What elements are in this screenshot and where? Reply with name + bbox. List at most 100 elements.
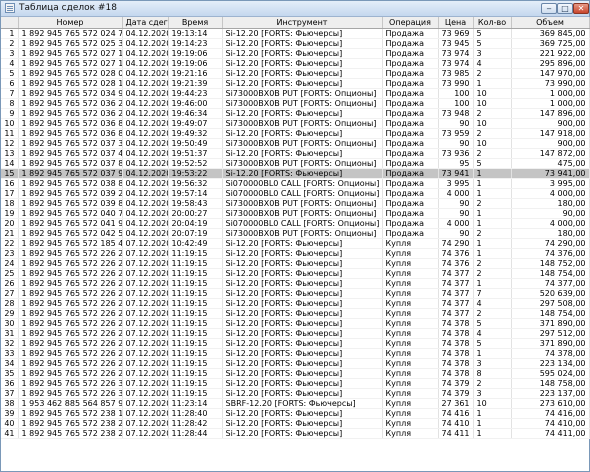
cell-index: 8 xyxy=(1,98,19,109)
table-row[interactable]: 331 892 945 765 572 226 29707.12.202011:… xyxy=(1,348,590,359)
table-row[interactable]: 51 892 945 765 572 028 00504.12.202019:2… xyxy=(1,68,590,79)
cell-date: 04.12.2020 xyxy=(122,28,169,39)
cell-instrument: Si-12.20 [FORTS: Фьючерсы] xyxy=(222,338,383,349)
cell-price: 74 290 xyxy=(438,238,474,249)
cell-price: 73 941 xyxy=(438,168,474,179)
cell-instrument: Si070000BL0 CALL [FORTS: Опционы] xyxy=(222,218,383,229)
table-row[interactable]: 171 892 945 765 572 039 26304.12.202019:… xyxy=(1,188,590,199)
cell-price: 73 969 xyxy=(438,28,474,39)
cell-quantity: 1 xyxy=(473,78,512,89)
cell-date: 04.12.2020 xyxy=(122,78,169,89)
table-row[interactable]: 121 892 945 765 572 037 30904.12.202019:… xyxy=(1,138,590,149)
cell-instrument: Si73000BX0B PUT [FORTS: Опционы] xyxy=(222,138,383,149)
table-row[interactable]: 101 892 945 765 572 036 85204.12.202019:… xyxy=(1,118,590,129)
cell-number: 1 892 945 765 572 038 886 xyxy=(18,178,123,189)
column-header-index[interactable] xyxy=(1,17,19,29)
table-row[interactable]: 361 892 945 765 572 226 30007.12.202011:… xyxy=(1,378,590,389)
cell-date: 07.12.2020 xyxy=(122,428,169,439)
cell-instrument: Si-12.20 [FORTS: Фьючерсы] xyxy=(222,358,383,369)
table-row[interactable]: 341 892 945 765 572 226 29807.12.202011:… xyxy=(1,358,590,369)
cell-number: 1 892 945 765 572 226 301 xyxy=(18,388,123,399)
table-row[interactable]: 141 892 945 765 572 037 85104.12.202019:… xyxy=(1,158,590,169)
cell-number: 1 892 945 765 572 226 298 xyxy=(18,358,123,369)
cell-number: 1 892 945 765 572 034 914 xyxy=(18,88,123,99)
column-header-quantity[interactable]: Кол-во xyxy=(473,17,512,29)
table-row[interactable]: 41 892 945 765 572 027 18404.12.202019:1… xyxy=(1,58,590,69)
table-row[interactable]: 201 892 945 765 572 041 90404.12.202020:… xyxy=(1,218,590,229)
cell-price: 73 974 xyxy=(438,58,474,69)
cell-quantity: 2 xyxy=(473,308,512,319)
window-titlebar[interactable]: Таблица сделок #18 ‒ □ ✕ xyxy=(1,1,589,17)
table-row[interactable]: 31 892 945 765 572 027 18304.12.202019:1… xyxy=(1,48,590,59)
column-header-time[interactable]: Время xyxy=(168,17,223,29)
column-header-date[interactable]: Дата сдег▼ xyxy=(122,17,169,29)
cell-instrument: Si-12.20 [FORTS: Фьючерсы] xyxy=(222,408,383,419)
table-row[interactable]: 391 892 945 765 572 238 16007.12.202011:… xyxy=(1,408,590,419)
table-row[interactable]: 61 892 945 765 572 028 13704.12.202019:2… xyxy=(1,78,590,89)
table-row[interactable]: 91 892 945 765 572 036 28704.12.202019:4… xyxy=(1,108,590,119)
table-row[interactable]: 291 892 945 765 572 226 29307.12.202011:… xyxy=(1,308,590,319)
maximize-button[interactable]: □ xyxy=(557,3,573,14)
cell-quantity: 10 xyxy=(473,88,512,99)
table-row[interactable]: 11 892 945 765 572 024 75804.12.202019:1… xyxy=(1,28,590,39)
cell-date: 04.12.2020 xyxy=(122,98,169,109)
cell-volume: 147 896,00 xyxy=(511,108,590,119)
table-row[interactable]: 321 892 945 765 572 226 29607.12.202011:… xyxy=(1,338,590,349)
table-row[interactable]: 351 892 945 765 572 226 29907.12.202011:… xyxy=(1,368,590,379)
cell-index: 10 xyxy=(1,118,19,129)
column-header-operation[interactable]: Операция xyxy=(382,17,439,29)
cell-volume: 147 872,00 xyxy=(511,148,590,159)
close-button[interactable]: ✕ xyxy=(573,3,589,14)
table-row[interactable]: 241 892 945 765 572 226 28807.12.202011:… xyxy=(1,258,590,269)
column-header-instrument[interactable]: Инструмент xyxy=(222,17,383,29)
cell-date: 07.12.2020 xyxy=(122,398,169,409)
table-row[interactable]: 411 892 945 765 572 238 27407.12.202011:… xyxy=(1,428,590,439)
cell-date: 04.12.2020 xyxy=(122,118,169,129)
table-row[interactable]: 151 892 945 765 572 037 98504.12.202019:… xyxy=(1,168,590,179)
table-row[interactable]: 131 892 945 765 572 037 49904.12.202019:… xyxy=(1,148,590,159)
table-row[interactable]: 371 892 945 765 572 226 30107.12.202011:… xyxy=(1,388,590,399)
table-row[interactable]: 111 892 945 765 572 036 89904.12.202019:… xyxy=(1,128,590,139)
cell-operation: Купля xyxy=(382,328,439,339)
table-row[interactable]: 401 892 945 765 572 238 21507.12.202011:… xyxy=(1,418,590,429)
table-row[interactable]: 191 892 945 765 572 040 73304.12.202020:… xyxy=(1,208,590,219)
table-row[interactable]: 301 892 945 765 572 226 29407.12.202011:… xyxy=(1,318,590,329)
table-row[interactable]: 181 892 945 765 572 039 81404.12.202019:… xyxy=(1,198,590,209)
cell-time: 11:19:15 xyxy=(168,348,223,359)
cell-operation: Купля xyxy=(382,248,439,259)
cell-time: 19:19:06 xyxy=(168,48,223,59)
cell-date: 04.12.2020 xyxy=(122,58,169,69)
column-header-price[interactable]: Цена xyxy=(438,17,474,29)
cell-price: 74 379 xyxy=(438,388,474,399)
column-header-volume[interactable]: Объем xyxy=(511,17,590,29)
table-row[interactable]: 381 953 462 885 564 857 95507.12.202011:… xyxy=(1,398,590,409)
table-row[interactable]: 71 892 945 765 572 034 91404.12.202019:4… xyxy=(1,88,590,99)
cell-operation: Продажа xyxy=(382,48,439,59)
cell-date: 07.12.2020 xyxy=(122,408,169,419)
cell-instrument: Si-12.20 [FORTS: Фьючерсы] xyxy=(222,328,383,339)
cell-date: 07.12.2020 xyxy=(122,238,169,249)
cell-instrument: Si-12.20 [FORTS: Фьючерсы] xyxy=(222,168,383,179)
column-header-number[interactable]: Номер xyxy=(18,17,123,29)
cell-quantity: 1 xyxy=(473,418,512,429)
cell-volume: 74 290,00 xyxy=(511,238,590,249)
table-row[interactable]: 271 892 945 765 572 226 29107.12.202011:… xyxy=(1,288,590,299)
cell-time: 11:28:42 xyxy=(168,418,223,429)
cell-operation: Купля xyxy=(382,298,439,309)
table-row[interactable]: 261 892 945 765 572 226 29007.12.202011:… xyxy=(1,278,590,289)
cell-number: 1 892 945 765 572 226 291 xyxy=(18,288,123,299)
table-row[interactable]: 221 892 945 765 572 185 44307.12.202010:… xyxy=(1,238,590,249)
cell-number: 1 892 945 765 572 036 852 xyxy=(18,118,123,129)
table-row[interactable]: 251 892 945 765 572 226 28907.12.202011:… xyxy=(1,268,590,279)
table-row[interactable]: 231 892 945 765 572 226 28707.12.202011:… xyxy=(1,248,590,259)
table-row[interactable]: 21 892 945 765 572 025 33704.12.202019:1… xyxy=(1,38,590,49)
table-row[interactable]: 81 892 945 765 572 036 22804.12.202019:4… xyxy=(1,98,590,109)
table-row[interactable]: 211 892 945 765 572 042 55504.12.202020:… xyxy=(1,228,590,239)
cell-quantity: 1 xyxy=(473,238,512,249)
cell-operation: Купля xyxy=(382,288,439,299)
cell-date: 04.12.2020 xyxy=(122,108,169,119)
table-row[interactable]: 161 892 945 765 572 038 88604.12.202019:… xyxy=(1,178,590,189)
table-row[interactable]: 311 892 945 765 572 226 29507.12.202011:… xyxy=(1,328,590,339)
minimize-button[interactable]: ‒ xyxy=(541,3,557,14)
table-row[interactable]: 281 892 945 765 572 226 29207.12.202011:… xyxy=(1,298,590,309)
